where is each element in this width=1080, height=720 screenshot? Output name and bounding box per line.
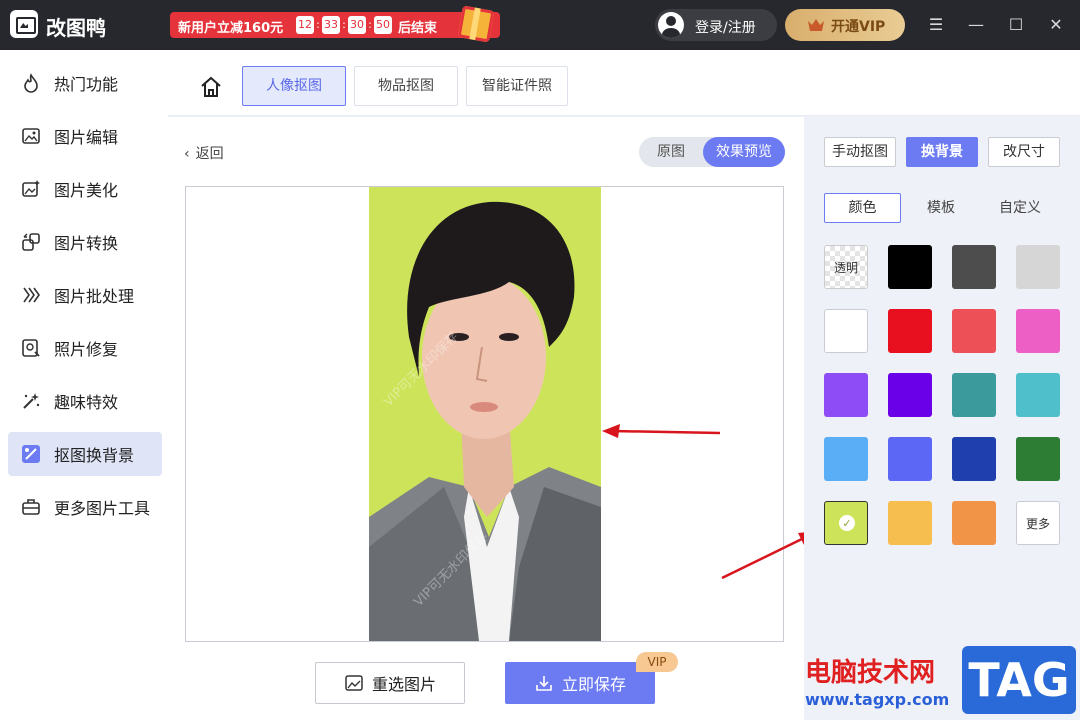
color-swatch[interactable]: ✓: [824, 501, 868, 545]
background-panel: 手动抠图 换背景 改尺寸 颜色 模板 自定义 透明 ✓ 更多: [804, 117, 1080, 720]
color-swatch[interactable]: [952, 437, 996, 481]
swatch-transparent[interactable]: 透明: [824, 245, 868, 289]
color-swatch[interactable]: [824, 373, 868, 417]
color-swatch[interactable]: [952, 245, 996, 289]
color-swatch[interactable]: [952, 309, 996, 353]
color-swatch[interactable]: [824, 309, 868, 353]
color-swatch[interactable]: [888, 501, 932, 545]
site-watermark-url: www.tagxp.com: [805, 690, 950, 709]
swatch-label: 透明: [833, 260, 858, 275]
resize-button[interactable]: 改尺寸: [988, 137, 1060, 167]
color-swatch[interactable]: [1016, 245, 1060, 289]
swatch-label: 更多: [1025, 516, 1050, 531]
change-background-button[interactable]: 换背景: [906, 137, 978, 167]
color-swatch[interactable]: [952, 373, 996, 417]
check-icon: ✓: [839, 515, 855, 531]
color-swatch[interactable]: [824, 437, 868, 481]
color-swatch[interactable]: [952, 501, 996, 545]
color-swatch[interactable]: [888, 437, 932, 481]
subtab-color[interactable]: 颜色: [824, 193, 901, 223]
site-watermark-title: 电脑技术网: [805, 658, 936, 688]
swatch-more[interactable]: 更多: [1016, 501, 1060, 545]
color-swatch[interactable]: [888, 309, 932, 353]
color-swatch[interactable]: [1016, 373, 1060, 417]
color-swatch[interactable]: [1016, 309, 1060, 353]
manual-cutout-button[interactable]: 手动抠图: [824, 137, 896, 167]
site-watermark-tag: TAG: [962, 646, 1076, 714]
color-swatch[interactable]: [888, 245, 932, 289]
subtab-template[interactable]: 模板: [911, 193, 971, 223]
color-swatch[interactable]: [1016, 437, 1060, 481]
color-swatch[interactable]: [888, 373, 932, 417]
subtab-custom[interactable]: 自定义: [990, 193, 1050, 223]
